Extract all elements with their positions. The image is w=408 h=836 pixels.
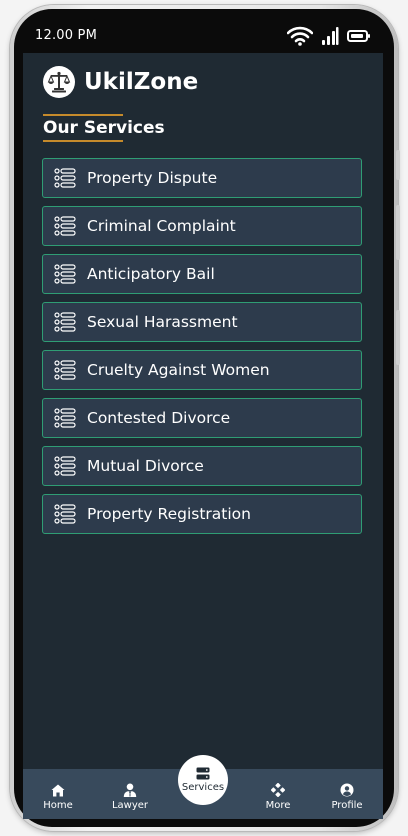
status-icons bbox=[287, 24, 371, 48]
service-item-mutual-divorce[interactable]: Mutual Divorce bbox=[42, 446, 362, 486]
service-item-sexual-harassment[interactable]: Sexual Harassment bbox=[42, 302, 362, 342]
service-label: Property Dispute bbox=[87, 169, 218, 187]
phone-side-button-upper bbox=[396, 150, 400, 180]
nav-more[interactable]: More bbox=[248, 769, 308, 819]
list-icon bbox=[54, 360, 76, 380]
nav-profile[interactable]: Profile bbox=[317, 769, 377, 819]
phone-side-button-lower bbox=[396, 310, 400, 365]
nav-label: More bbox=[265, 800, 291, 811]
service-item-criminal-complaint[interactable]: Criminal Complaint bbox=[42, 206, 362, 246]
app-screen: UkilZone Our Services Property Dispute C… bbox=[23, 53, 383, 819]
app-title: UkilZone bbox=[84, 69, 199, 95]
service-item-cruelty-against-women[interactable]: Cruelty Against Women bbox=[42, 350, 362, 390]
service-label: Sexual Harassment bbox=[87, 313, 238, 331]
nav-label: Services bbox=[181, 782, 225, 793]
list-icon bbox=[54, 504, 76, 524]
server-icon bbox=[196, 767, 210, 780]
wifi-icon bbox=[287, 26, 313, 46]
status-time: 12.00 PM bbox=[35, 28, 98, 43]
status-bar: 12.00 PM bbox=[23, 20, 383, 53]
nav-services[interactable]: Services bbox=[178, 755, 228, 805]
service-list: Property Dispute Criminal Complaint Anti… bbox=[42, 158, 362, 542]
service-item-property-dispute[interactable]: Property Dispute bbox=[42, 158, 362, 198]
bottom-nav: Home Lawyer Services More Profile bbox=[23, 755, 383, 819]
service-item-contested-divorce[interactable]: Contested Divorce bbox=[42, 398, 362, 438]
scales-of-justice-icon bbox=[43, 66, 75, 98]
service-label: Criminal Complaint bbox=[87, 217, 236, 235]
profile-icon bbox=[340, 783, 354, 797]
list-icon bbox=[54, 216, 76, 236]
nav-label: Profile bbox=[331, 800, 363, 811]
nav-lawyer[interactable]: Lawyer bbox=[100, 769, 160, 819]
service-item-anticipatory-bail[interactable]: Anticipatory Bail bbox=[42, 254, 362, 294]
list-icon bbox=[54, 456, 76, 476]
phone-side-button-middle bbox=[396, 205, 400, 260]
service-label: Mutual Divorce bbox=[87, 457, 204, 475]
service-item-property-registration[interactable]: Property Registration bbox=[42, 494, 362, 534]
list-icon bbox=[54, 264, 76, 284]
section-accent-line-top bbox=[43, 114, 123, 116]
nav-label: Lawyer bbox=[111, 800, 149, 811]
battery-icon bbox=[347, 30, 370, 42]
section-accent-line-bottom bbox=[43, 140, 123, 142]
list-icon bbox=[54, 168, 76, 188]
list-icon bbox=[54, 408, 76, 428]
section-title: Our Services bbox=[43, 118, 165, 138]
list-icon bbox=[54, 312, 76, 332]
service-label: Anticipatory Bail bbox=[87, 265, 215, 283]
service-label: Property Registration bbox=[87, 505, 251, 523]
nav-label: Home bbox=[43, 800, 73, 811]
app-header: UkilZone bbox=[43, 65, 198, 99]
signal-icon bbox=[322, 27, 339, 45]
home-icon bbox=[51, 784, 65, 797]
lawyer-icon bbox=[123, 783, 137, 797]
nav-home[interactable]: Home bbox=[28, 769, 88, 819]
more-icon bbox=[271, 783, 285, 797]
service-label: Contested Divorce bbox=[87, 409, 231, 427]
service-label: Cruelty Against Women bbox=[87, 361, 270, 379]
